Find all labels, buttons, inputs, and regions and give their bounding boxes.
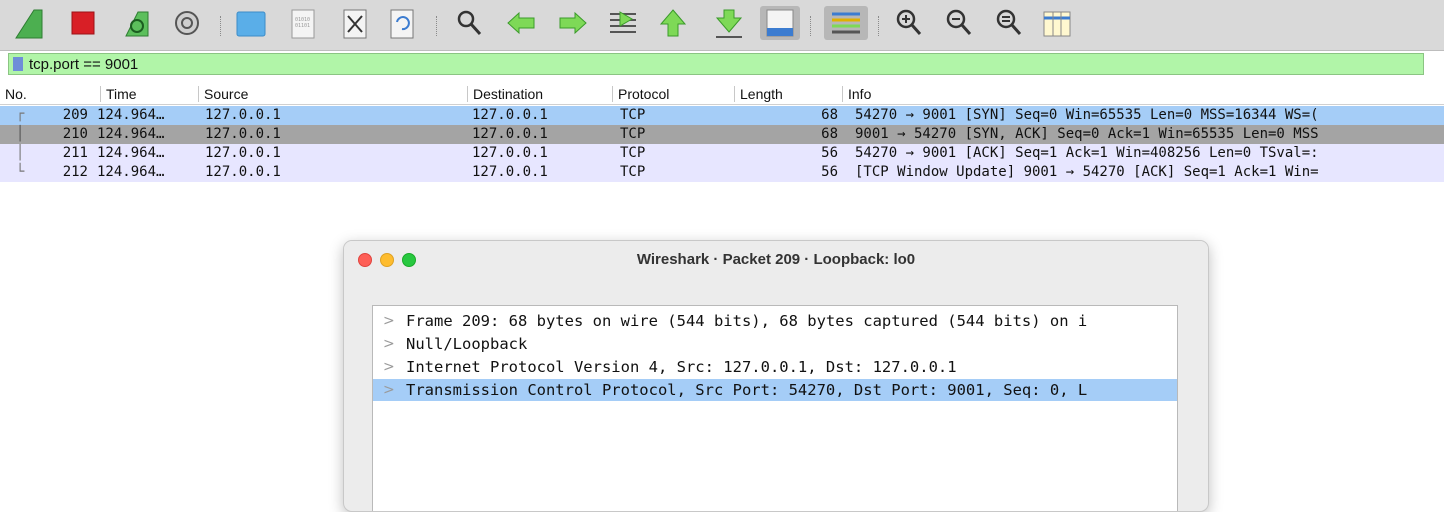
auto-scroll-icon[interactable] — [760, 6, 800, 40]
go-forward-icon[interactable] — [556, 6, 590, 40]
tree-item-frame[interactable]: > Frame 209: 68 bytes on wire (544 bits)… — [373, 310, 1177, 332]
packet-destination: 127.0.0.1 — [472, 145, 548, 161]
normal-size-icon[interactable] — [992, 6, 1026, 40]
conversation-bracket: └ — [16, 164, 25, 180]
toolbar-separator — [436, 16, 439, 36]
save-file-icon[interactable]: 01010 01101 — [286, 6, 320, 40]
packet-destination: 127.0.0.1 — [472, 107, 548, 123]
resize-columns-icon[interactable] — [1040, 6, 1074, 40]
packet-time: 124.964… — [97, 145, 165, 161]
packet-length: 56 — [821, 145, 838, 161]
packet-list-header: No. Time Source Destination Protocol Len… — [0, 84, 1444, 105]
expand-caret-icon[interactable]: > — [383, 313, 395, 329]
svg-text:01101: 01101 — [295, 23, 310, 29]
packet-time: 124.964… — [97, 107, 165, 123]
packet-row[interactable]: │ 210 124.964… 127.0.0.1 127.0.0.1 TCP 6… — [0, 125, 1444, 144]
go-last-packet-icon[interactable] — [712, 6, 746, 40]
packet-source: 127.0.0.1 — [205, 107, 281, 123]
packet-info: 54270 → 9001 [ACK] Seq=1 Ack=1 Win=40825… — [855, 145, 1319, 161]
column-header-source[interactable]: Source — [198, 86, 467, 102]
packet-details-tree: > Frame 209: 68 bytes on wire (544 bits)… — [372, 305, 1178, 511]
packet-source: 127.0.0.1 — [205, 126, 281, 142]
packet-protocol: TCP — [620, 164, 646, 180]
zoom-out-icon[interactable] — [942, 6, 976, 40]
tree-item-tcp[interactable]: > Transmission Control Protocol, Src Por… — [373, 379, 1177, 401]
tree-item-label: Frame 209: 68 bytes on wire (544 bits), … — [406, 312, 1088, 330]
close-file-icon[interactable] — [338, 6, 372, 40]
expand-caret-icon[interactable]: > — [383, 382, 395, 398]
packet-no: 212 — [62, 164, 88, 180]
stop-capture-icon[interactable] — [66, 6, 100, 40]
packet-no: 209 — [62, 107, 88, 123]
restart-capture-icon[interactable] — [120, 6, 154, 40]
go-back-icon[interactable] — [504, 6, 538, 40]
open-file-icon[interactable] — [234, 6, 268, 40]
packet-row[interactable]: └ 212 124.964… 127.0.0.1 127.0.0.1 TCP 5… — [0, 163, 1444, 182]
column-header-info[interactable]: Info — [842, 86, 1444, 102]
window-title: Wireshark · Packet 209 · Loopback: lo0 — [636, 251, 916, 268]
column-header-time[interactable]: Time — [100, 86, 198, 102]
shark-fin-start-icon[interactable] — [12, 6, 46, 40]
capture-options-icon[interactable] — [170, 6, 204, 40]
packet-protocol: TCP — [620, 145, 646, 161]
packet-protocol: TCP — [620, 126, 646, 142]
packet-info: 9001 → 54270 [SYN, ACK] Seq=0 Ack=1 Win=… — [855, 126, 1319, 142]
packet-time: 124.964… — [97, 126, 165, 142]
expand-caret-icon[interactable]: > — [383, 336, 395, 352]
packet-row[interactable]: │ 211 124.964… 127.0.0.1 127.0.0.1 TCP 5… — [0, 144, 1444, 163]
colorize-icon[interactable] — [824, 6, 868, 40]
tree-item-label: Internet Protocol Version 4, Src: 127.0.… — [406, 358, 957, 376]
display-filter-bar — [8, 53, 1424, 75]
packet-no: 210 — [62, 126, 88, 142]
go-to-packet-icon[interactable] — [606, 6, 640, 40]
toolbar-separator — [220, 16, 223, 36]
window-titlebar[interactable]: Wireshark · Packet 209 · Loopback: lo0 — [344, 241, 1208, 279]
reload-file-icon[interactable] — [385, 6, 419, 40]
packet-destination: 127.0.0.1 — [472, 164, 548, 180]
tree-item-ipv4[interactable]: > Internet Protocol Version 4, Src: 127.… — [373, 356, 1177, 378]
bookmark-icon[interactable] — [13, 57, 23, 71]
packet-no: 211 — [62, 145, 88, 161]
conversation-bracket: │ — [16, 145, 25, 161]
find-packet-icon[interactable] — [452, 6, 486, 40]
tree-item-label: Transmission Control Protocol, Src Port:… — [406, 381, 1088, 399]
packet-time: 124.964… — [97, 164, 165, 180]
packet-length: 68 — [821, 126, 838, 142]
main-toolbar: 01010 01101 — [0, 0, 1444, 51]
packet-row[interactable]: ┌ 209 124.964… 127.0.0.1 127.0.0.1 TCP 6… — [0, 106, 1444, 125]
conversation-bracket: ┌ — [16, 106, 25, 122]
packet-length: 68 — [821, 107, 838, 123]
toolbar-separator — [810, 16, 813, 36]
column-header-destination[interactable]: Destination — [467, 86, 612, 102]
tree-item-label: Null/Loopback — [406, 335, 528, 353]
packet-length: 56 — [821, 164, 838, 180]
toolbar-separator — [878, 16, 881, 36]
zoom-in-icon[interactable] — [892, 6, 926, 40]
display-filter-input[interactable] — [29, 54, 1409, 74]
packet-info: 54270 → 9001 [SYN] Seq=0 Win=65535 Len=0… — [855, 107, 1319, 123]
expand-caret-icon[interactable]: > — [383, 359, 395, 375]
packet-destination: 127.0.0.1 — [472, 126, 548, 142]
conversation-bracket: │ — [16, 126, 25, 142]
column-header-length[interactable]: Length — [734, 86, 842, 102]
packet-source: 127.0.0.1 — [205, 164, 281, 180]
packet-source: 127.0.0.1 — [205, 145, 281, 161]
packet-info: [TCP Window Update] 9001 → 54270 [ACK] S… — [855, 164, 1319, 180]
tree-item-null-loopback[interactable]: > Null/Loopback — [373, 333, 1177, 355]
go-first-packet-icon[interactable] — [656, 6, 690, 40]
packet-detail-window: Wireshark · Packet 209 · Loopback: lo0 >… — [343, 240, 1209, 512]
column-header-protocol[interactable]: Protocol — [612, 86, 734, 102]
packet-protocol: TCP — [620, 107, 646, 123]
column-header-no[interactable]: No. — [0, 86, 100, 102]
